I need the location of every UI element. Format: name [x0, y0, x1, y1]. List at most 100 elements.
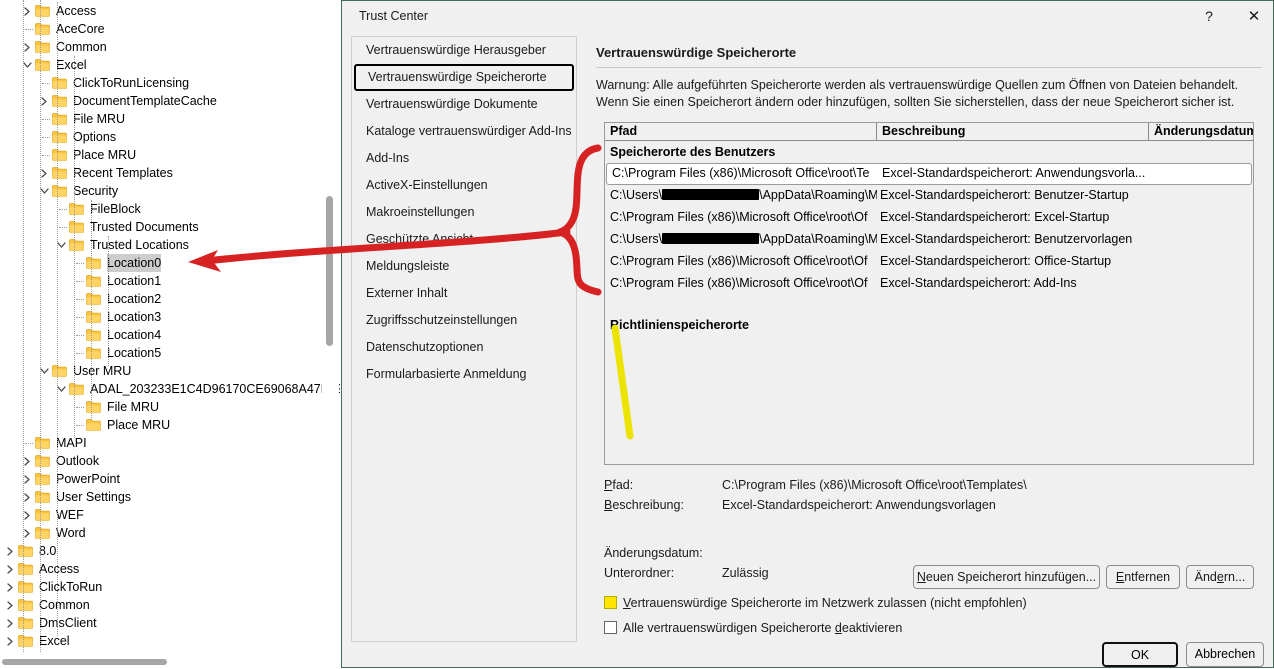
tree-item[interactable]: FileBlock — [0, 200, 322, 218]
tree-item[interactable]: AceCore — [0, 20, 322, 38]
tree-item-label: Location3 — [107, 310, 162, 324]
table-row[interactable]: C:\Program Files (x86)\Microsoft Office\… — [605, 251, 1253, 273]
checkbox-disable-all[interactable] — [604, 621, 617, 634]
tree-item[interactable]: DocumentTemplateCache — [0, 92, 322, 110]
detail-row-description: Beschreibung: Excel-Standardspeicherort:… — [604, 495, 1254, 515]
tree-item[interactable]: Location5 — [0, 344, 322, 362]
tree-horizontal-scrollbar-thumb[interactable] — [2, 659, 167, 665]
add-new-location-button[interactable]: Neuen Speicherort hinzufügen... — [913, 565, 1100, 589]
chevron-right-icon[interactable] — [4, 596, 16, 614]
table-row[interactable]: C:\Users\ \AppData\Roaming\Mi Excel-Standa… — [605, 185, 1253, 207]
tree-guide-line — [74, 56, 75, 438]
tree-item[interactable]: Common — [0, 596, 322, 614]
tree-guide-connector — [42, 119, 50, 120]
trusted-locations-table[interactable]: Pfad Beschreibung Änderungsdatum Speiche… — [604, 122, 1254, 465]
table-row[interactable]: C:\Program Files (x86)\Microsoft Office\… — [605, 273, 1253, 295]
cell-path-prefix: C:\Users\ — [610, 232, 663, 246]
folder-icon — [35, 20, 52, 38]
tree-item[interactable]: Location2 — [0, 290, 322, 308]
help-icon[interactable]: ? — [1187, 1, 1231, 32]
checkbox-row-allow-network[interactable]: Vertrauenswürdige Speicherorte im Netzwe… — [601, 591, 1251, 616]
tree-item[interactable]: Excel — [0, 632, 322, 650]
tree-item[interactable]: Place MRU — [0, 416, 322, 434]
tree-item[interactable]: Excel — [0, 56, 322, 74]
tree-item[interactable]: Recent Templates — [0, 164, 322, 182]
tree-item[interactable]: Common — [0, 38, 322, 56]
chevron-right-icon[interactable] — [4, 542, 16, 560]
chevron-right-icon[interactable] — [4, 632, 16, 650]
nav-item-3[interactable]: Kataloge vertrauenswürdiger Add-Ins — [352, 118, 576, 145]
tree-item[interactable]: Location3 — [0, 308, 322, 326]
column-header-description[interactable]: Beschreibung — [877, 123, 1149, 141]
tree-item[interactable]: Location1 — [0, 272, 322, 290]
ok-button[interactable]: OK — [1102, 642, 1178, 667]
tree-item[interactable]: Security — [0, 182, 322, 200]
tree-item[interactable]: Trusted Documents — [0, 218, 322, 236]
tree-item[interactable]: DmsClient — [0, 614, 322, 632]
tree-item-label: PowerPoint — [56, 472, 120, 486]
nav-item-4[interactable]: Add-Ins — [352, 145, 576, 172]
nav-item-12[interactable]: Formularbasierte Anmeldung — [352, 361, 576, 388]
tree-horizontal-scrollbar[interactable] — [0, 656, 339, 668]
group-header-user-locations: Speicherorte des Benutzers — [610, 145, 776, 159]
nav-item-6[interactable]: Makroeinstellungen — [352, 199, 576, 226]
tree-item[interactable]: Access — [0, 560, 322, 578]
checkbox-allow-network[interactable] — [604, 596, 617, 609]
tree-item[interactable]: File MRU — [0, 398, 322, 416]
tree-item[interactable]: User MRU — [0, 362, 322, 380]
column-header-modified[interactable]: Änderungsdatum — [1149, 123, 1253, 141]
table-body[interactable]: C:\Program Files (x86)\Microsoft Office\… — [605, 163, 1253, 295]
chevron-right-icon[interactable] — [4, 614, 16, 632]
cancel-button[interactable]: Abbrechen — [1186, 642, 1264, 667]
checkbox-row-disable-all[interactable]: Alle vertrauenswürdigen Speicherorte dea… — [601, 616, 1251, 641]
tree-vertical-scrollbar[interactable] — [322, 0, 339, 656]
nav-item-11[interactable]: Datenschutzoptionen — [352, 334, 576, 361]
detail-label-description: Beschreibung: — [604, 498, 684, 512]
modify-location-button[interactable]: Ändern... — [1186, 565, 1254, 589]
nav-item-10[interactable]: Zugriffsschutzeinstellungen — [352, 307, 576, 334]
cell-path: C:\Program Files (x86)\Microsoft Office\… — [610, 210, 868, 224]
tree-item-label: ClickToRunLicensing — [73, 76, 190, 90]
tree-item[interactable]: Trusted Locations — [0, 236, 322, 254]
tree-item[interactable]: WEF — [0, 506, 322, 524]
tree-vertical-scrollbar-thumb[interactable] — [326, 196, 333, 346]
chevron-right-icon[interactable] — [4, 560, 16, 578]
tree-item[interactable]: MAPI — [0, 434, 322, 452]
table-row[interactable]: C:\Program Files (x86)\Microsoft Office\… — [605, 207, 1253, 229]
tree-item-label: 8.0 — [39, 544, 57, 558]
tree-item[interactable]: Access — [0, 2, 322, 20]
trust-center-category-list[interactable]: Vertrauenswürdige Herausgeber Vertrauensw… — [351, 36, 577, 642]
nav-item-5[interactable]: ActiveX-Einstellungen — [352, 172, 576, 199]
tree-item[interactable]: PowerPoint — [0, 470, 322, 488]
tree-item[interactable]: Word — [0, 524, 322, 542]
nav-item-2[interactable]: Vertrauenswürdige Dokumente — [352, 91, 576, 118]
table-row[interactable]: C:\Program Files (x86)\Microsoft Office\… — [606, 163, 1252, 185]
tree-item-label: File MRU — [107, 400, 160, 414]
tree-item[interactable]: Location0 — [0, 254, 322, 272]
tree-item-label: FileBlock — [90, 202, 141, 216]
nav-item-0[interactable]: Vertrauenswürdige Herausgeber — [352, 37, 576, 64]
chevron-right-icon[interactable] — [4, 578, 16, 596]
nav-item-7[interactable]: Geschützte Ansicht — [352, 226, 576, 253]
registry-editor-tree-pane[interactable]: Access AceCore Common Excel ClickToRunLicens… — [0, 0, 340, 668]
table-row[interactable]: C:\Users\ \AppData\Roaming\Mi Excel-Standa… — [605, 229, 1253, 251]
nav-item-label: Datenschutzoptionen — [366, 340, 484, 354]
nav-item-8[interactable]: Meldungsleiste — [352, 253, 576, 280]
folder-icon — [69, 236, 86, 254]
folder-icon — [52, 110, 69, 128]
close-icon[interactable]: ✕ — [1232, 1, 1274, 32]
tree-item[interactable]: User Settings — [0, 488, 322, 506]
tree-item[interactable]: Location4 — [0, 326, 322, 344]
remove-location-button[interactable]: Entfernen — [1106, 565, 1180, 589]
tree-item[interactable]: ADAL_203233E1C4D96170CE69068A47F52! — [0, 380, 340, 398]
registry-tree[interactable]: Access AceCore Common Excel ClickToRunLicens… — [0, 0, 340, 656]
cell-path: C:\Users\ \AppData\Roaming\Mi — [605, 229, 877, 251]
tree-item[interactable]: Outlook — [0, 452, 322, 470]
folder-icon — [35, 56, 52, 74]
column-header-path[interactable]: Pfad — [605, 123, 877, 141]
tree-item[interactable]: 8.0 — [0, 542, 322, 560]
nav-item-label: Externer Inhalt — [366, 286, 448, 300]
nav-item-9[interactable]: Externer Inhalt — [352, 280, 576, 307]
tree-item[interactable]: ClickToRun — [0, 578, 322, 596]
nav-item-1[interactable]: Vertrauenswürdige Speicherorte — [354, 64, 574, 91]
